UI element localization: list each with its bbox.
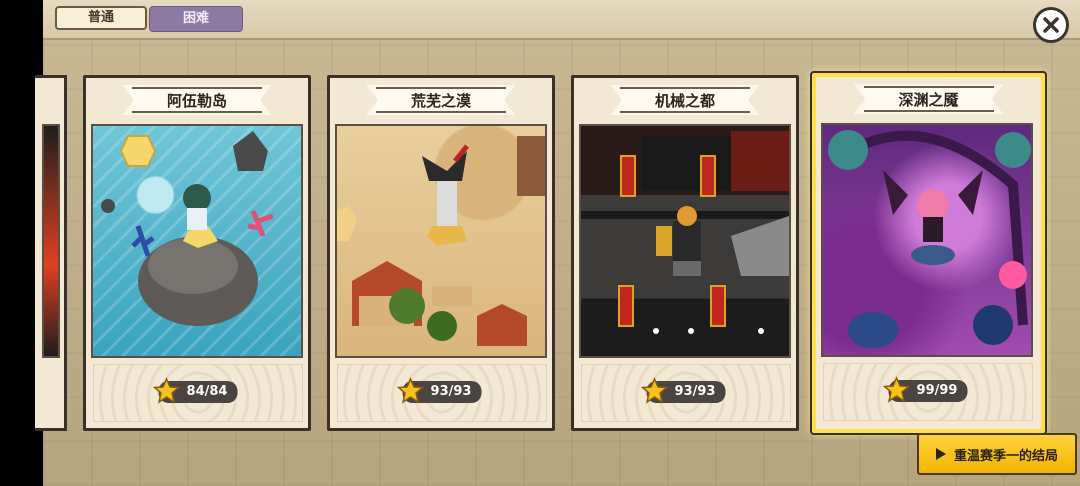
star-icon xyxy=(152,377,181,404)
score-area: 93/93 xyxy=(581,364,791,422)
tab-hard[interactable]: 困难 xyxy=(149,6,243,32)
star-score: 93/93 xyxy=(396,377,482,404)
star-icon xyxy=(882,376,911,403)
star-score: 99/99 xyxy=(882,376,968,403)
chapter-title-ribbon: 荒芜之漠 xyxy=(366,85,516,115)
chapter-title-ribbon: 阿伍勒岛 xyxy=(122,85,272,115)
partial-chapter-card[interactable] xyxy=(35,75,67,431)
chapter-card-1[interactable]: 阿伍勒岛 84/84 xyxy=(83,75,311,431)
chapter-scene-desert xyxy=(335,124,547,358)
close-button[interactable] xyxy=(1033,7,1069,43)
chapter-title: 阿伍勒岛 xyxy=(132,87,262,113)
replay-button-label: 重温赛季一的结局 xyxy=(953,448,1058,464)
chapter-title: 机械之都 xyxy=(620,87,750,113)
chapter-title: 荒芜之漠 xyxy=(376,87,506,113)
star-icon xyxy=(640,377,669,404)
tab-normal[interactable]: 普通 xyxy=(55,6,147,30)
chapter-scene-sea xyxy=(91,124,303,358)
chapter-card-2[interactable]: 荒芜之漠 93/93 xyxy=(327,75,555,431)
star-score-value: 93/93 xyxy=(674,384,716,399)
mode-tabs: 普通 困难 xyxy=(55,6,243,32)
replay-season-ending-button[interactable]: 重温赛季一的结局 xyxy=(917,433,1077,475)
star-score: 93/93 xyxy=(640,377,726,404)
chapter-card-3[interactable]: 机械之都 93/93 xyxy=(571,75,799,431)
chapter-scene-machine xyxy=(579,124,791,358)
star-score: 84/84 xyxy=(152,377,238,404)
chapter-card-4[interactable]: 深渊之魇 99/99 xyxy=(812,73,1045,433)
partial-chapter-scene xyxy=(42,124,60,358)
score-area: 84/84 xyxy=(93,364,303,422)
star-score-value: 84/84 xyxy=(186,384,228,399)
chapter-scene-abyss xyxy=(821,123,1033,357)
chapter-title: 深渊之魇 xyxy=(863,86,994,112)
play-icon xyxy=(935,448,946,460)
score-area: 99/99 xyxy=(823,363,1033,421)
star-icon xyxy=(396,377,425,404)
close-icon xyxy=(1043,17,1059,33)
star-score-value: 99/99 xyxy=(916,383,958,398)
chapter-title-ribbon: 深渊之魇 xyxy=(853,84,1004,114)
chapter-title-ribbon: 机械之都 xyxy=(610,85,760,115)
score-area: 93/93 xyxy=(337,364,547,422)
star-score-value: 93/93 xyxy=(430,384,472,399)
